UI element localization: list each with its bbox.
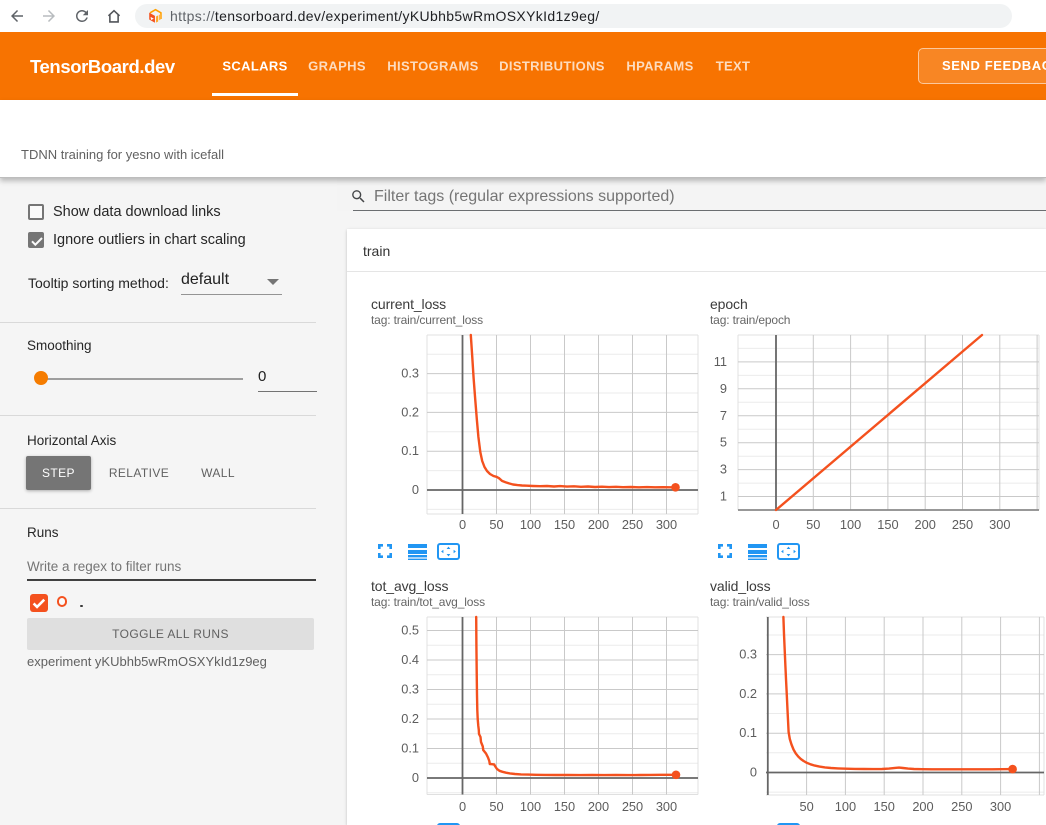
svg-text:250: 250 <box>622 799 643 814</box>
svg-text:0: 0 <box>412 482 419 497</box>
svg-text:50: 50 <box>489 517 503 532</box>
svg-text:250: 250 <box>952 517 973 532</box>
svg-text:300: 300 <box>990 799 1011 814</box>
svg-text:0.1: 0.1 <box>401 741 419 756</box>
svg-text:150: 150 <box>554 799 575 814</box>
svg-text:100: 100 <box>520 517 541 532</box>
svg-text:0: 0 <box>772 517 779 532</box>
svg-text:7: 7 <box>720 408 727 423</box>
svg-text:300: 300 <box>989 517 1010 532</box>
svg-text:11: 11 <box>714 354 727 369</box>
svg-text:200: 200 <box>588 799 609 814</box>
svg-text:5: 5 <box>720 435 727 450</box>
svg-text:100: 100 <box>840 517 861 532</box>
svg-text:300: 300 <box>656 517 677 532</box>
svg-text:100: 100 <box>520 799 541 814</box>
svg-text:0.3: 0.3 <box>739 647 757 662</box>
svg-text:0: 0 <box>459 799 466 814</box>
svg-text:100: 100 <box>835 799 856 814</box>
svg-text:200: 200 <box>912 799 933 814</box>
svg-text:0.4: 0.4 <box>401 652 419 667</box>
svg-text:50: 50 <box>799 799 813 814</box>
svg-text:150: 150 <box>874 799 895 814</box>
svg-text:150: 150 <box>877 517 898 532</box>
svg-text:1: 1 <box>720 489 727 504</box>
svg-text:0.2: 0.2 <box>739 686 757 701</box>
svg-text:0: 0 <box>459 517 466 532</box>
svg-text:0.5: 0.5 <box>401 623 419 638</box>
svg-text:50: 50 <box>489 799 503 814</box>
svg-text:0: 0 <box>412 770 419 785</box>
svg-text:0: 0 <box>750 765 757 780</box>
svg-text:150: 150 <box>554 517 575 532</box>
svg-text:300: 300 <box>656 799 677 814</box>
svg-text:0.2: 0.2 <box>401 711 419 726</box>
svg-text:0.1: 0.1 <box>739 725 757 740</box>
svg-text:250: 250 <box>622 517 643 532</box>
svg-text:0.1: 0.1 <box>401 443 419 458</box>
svg-text:9: 9 <box>720 381 727 396</box>
svg-text:0.2: 0.2 <box>401 404 419 419</box>
svg-text:3: 3 <box>720 462 727 477</box>
svg-text:200: 200 <box>915 517 936 532</box>
svg-text:0.3: 0.3 <box>401 366 419 381</box>
svg-text:250: 250 <box>951 799 972 814</box>
svg-text:0.3: 0.3 <box>401 682 419 697</box>
svg-text:200: 200 <box>588 517 609 532</box>
svg-text:50: 50 <box>806 517 820 532</box>
